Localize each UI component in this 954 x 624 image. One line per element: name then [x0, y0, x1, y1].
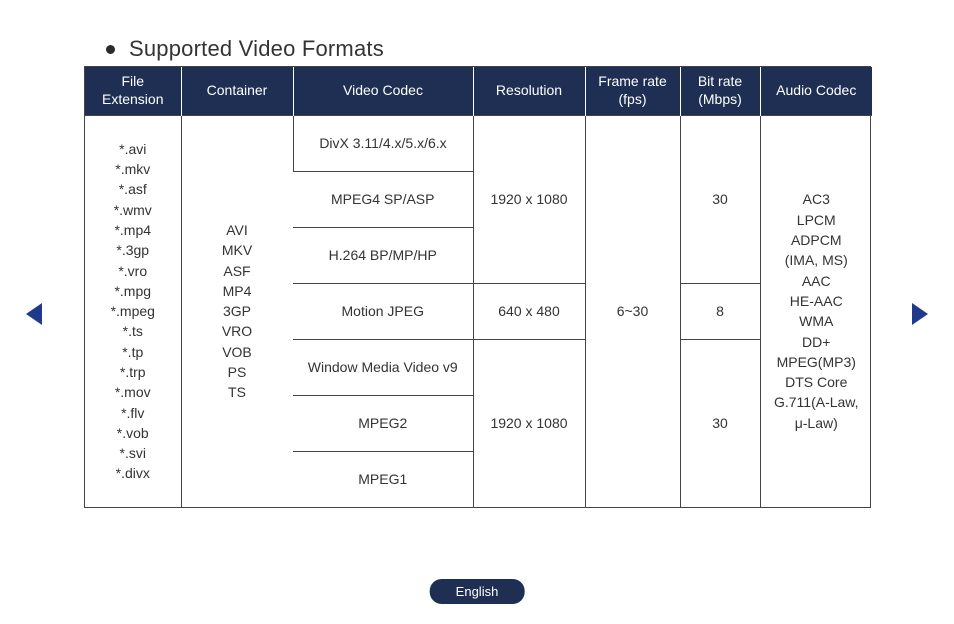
cell-video-codec: MPEG1 — [293, 451, 473, 507]
th-resolution: Resolution — [473, 67, 585, 115]
th-container: Container — [181, 67, 293, 115]
cell-video-codec: MPEG4 SP/ASP — [293, 171, 473, 227]
cell-video-codec: MPEG2 — [293, 395, 473, 451]
th-audio-codec: Audio Codec — [760, 67, 872, 115]
th-file-extension: FileExtension — [85, 67, 181, 115]
prev-page-arrow-icon[interactable] — [26, 303, 42, 325]
cell-bit-rate: 8 — [680, 283, 760, 339]
section-heading-row: Supported Video Formats — [106, 36, 384, 62]
th-frame-rate: Frame rate(fps) — [585, 67, 680, 115]
page: Supported Video Formats FileExtension Co… — [0, 0, 954, 624]
cell-resolution: 1920 x 1080 — [473, 115, 585, 283]
th-video-codec: Video Codec — [293, 67, 473, 115]
cell-resolution: 1920 x 1080 — [473, 339, 585, 507]
cell-file-extensions: *.avi*.mkv*.asf*.wmv*.mp4*.3gp*.vro*.mpg… — [85, 115, 181, 507]
cell-video-codec: DivX 3.11/4.x/5.x/6.x — [293, 115, 473, 171]
next-page-arrow-icon[interactable] — [912, 303, 928, 325]
th-bit-rate: Bit rate(Mbps) — [680, 67, 760, 115]
formats-table: FileExtension Container Video Codec Reso… — [84, 66, 871, 508]
table-header-row: FileExtension Container Video Codec Reso… — [85, 67, 872, 115]
cell-frame-rate: 6~30 — [585, 115, 680, 507]
cell-containers: AVIMKVASFMP43GPVROVOBPSTS — [181, 115, 293, 507]
cell-bit-rate: 30 — [680, 115, 760, 283]
cell-bit-rate: 30 — [680, 339, 760, 507]
cell-audio-codecs: AC3LPCMADPCM(IMA, MS)AACHE-AACWMADD+MPEG… — [760, 115, 872, 507]
cell-resolution: 640 x 480 — [473, 283, 585, 339]
cell-video-codec: H.264 BP/MP/HP — [293, 227, 473, 283]
cell-video-codec: Window Media Video v9 — [293, 339, 473, 395]
table-row: *.avi*.mkv*.asf*.wmv*.mp4*.3gp*.vro*.mpg… — [85, 115, 872, 171]
cell-video-codec: Motion JPEG — [293, 283, 473, 339]
bullet-icon — [106, 45, 115, 54]
section-heading: Supported Video Formats — [129, 36, 384, 62]
language-pill[interactable]: English — [430, 579, 525, 604]
